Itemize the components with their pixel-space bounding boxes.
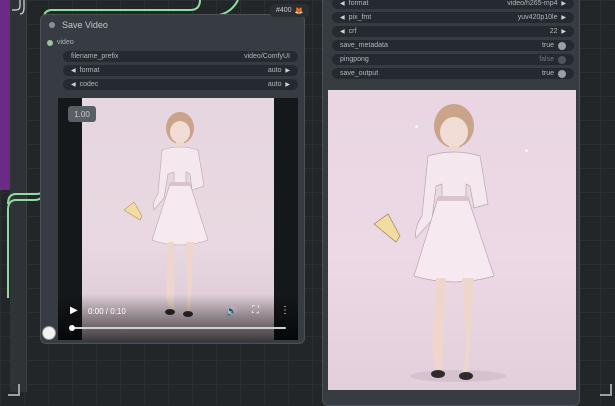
slot-dot-icon[interactable] — [47, 39, 53, 46]
arrow-right-icon[interactable]: ▶ — [561, 14, 566, 21]
widget-value: 22 — [549, 28, 558, 35]
arrow-left-icon[interactable]: ◀ — [71, 67, 76, 74]
sparkle-icon: ✦ — [414, 125, 420, 131]
node-id-label: #400 — [276, 7, 292, 14]
node-title: Save Video — [62, 20, 108, 30]
widget-value: false — [539, 56, 554, 63]
resize-handle-icon[interactable] — [600, 384, 612, 396]
widget-label: crf — [348, 28, 357, 35]
seek-thumb[interactable] — [69, 325, 75, 331]
play-icon[interactable]: ▶ — [70, 305, 78, 316]
output-preview-image: ✦ ✦ — [328, 90, 576, 390]
arrow-right-icon[interactable]: ▶ — [561, 28, 566, 35]
resize-handle-icon[interactable] — [8, 384, 20, 396]
toggle-off-icon[interactable] — [558, 55, 566, 64]
link-wire — [12, 0, 21, 11]
node-id-badge: #400 🦊 — [270, 4, 310, 17]
arrow-left-icon[interactable]: ◀ — [71, 81, 76, 88]
toggle-on-icon[interactable] — [558, 41, 566, 50]
fox-mascot-icon — [42, 326, 56, 340]
anime-girl-figure-icon — [373, 104, 506, 382]
arrow-right-icon[interactable]: ▶ — [285, 67, 290, 74]
widget-save-metadata[interactable]: save_metadata true — [332, 40, 574, 51]
widget-codec[interactable]: ◀ codec auto ▶ — [63, 79, 298, 90]
widget-pix-fmt[interactable]: ◀ pix_fmt yuv420p10le ▶ — [332, 12, 574, 23]
widget-value: auto — [267, 81, 282, 88]
widget-format-right[interactable]: ◀ format video/h265-mp4 ▶ — [332, 0, 574, 9]
widget-save-output[interactable]: save_output true — [332, 68, 574, 79]
widget-value: yuv420p10le — [517, 14, 558, 21]
widget-filename-prefix[interactable]: filename_prefix video/ComfyUI — [63, 51, 298, 62]
widget-value: true — [541, 42, 554, 49]
widget-label: format — [79, 67, 100, 74]
widget-label: save_output — [340, 70, 379, 77]
fox-icon: 🦊 — [294, 7, 304, 15]
arrow-right-icon[interactable]: ▶ — [285, 81, 290, 88]
collapse-dot-icon[interactable] — [49, 22, 55, 28]
input-slot-video[interactable]: video — [47, 39, 74, 46]
widget-label: pix_fmt — [348, 14, 372, 21]
arrow-left-icon[interactable]: ◀ — [340, 28, 345, 35]
video-controls-bar: ▶ 0:00 / 0:10 🔊 ⛶ ⋮ — [58, 294, 298, 340]
widget-label: format — [348, 0, 369, 7]
playback-speed-badge[interactable]: 1.00 — [68, 106, 96, 122]
widget-label: save_metadata — [340, 42, 388, 49]
toggle-on-icon[interactable] — [558, 69, 566, 78]
widget-value: video/ComfyUI — [244, 53, 290, 60]
arrow-right-icon[interactable]: ▶ — [561, 0, 566, 7]
arrow-left-icon[interactable]: ◀ — [340, 0, 345, 7]
widget-label: codec — [79, 81, 99, 88]
widget-label: filename_prefix — [71, 53, 119, 60]
widget-pingpong[interactable]: pingpong false — [332, 54, 574, 65]
seek-bar[interactable] — [69, 325, 286, 331]
widget-value: true — [541, 70, 554, 77]
slot-label: video — [57, 39, 74, 46]
widget-format[interactable]: ◀ format auto ▶ — [63, 65, 298, 76]
arrow-left-icon[interactable]: ◀ — [340, 14, 345, 21]
widget-value: auto — [267, 67, 282, 74]
widget-label: pingpong — [340, 56, 369, 63]
sparkle-icon: ✦ — [524, 149, 530, 155]
more-options-icon[interactable]: ⋮ — [280, 305, 290, 316]
volume-icon[interactable]: 🔊 — [226, 306, 237, 317]
video-player[interactable]: 1.00 ▶ 0:00 / 0:10 🔊 ⛶ ⋮ — [58, 98, 298, 340]
video-time: 0:00 / 0:10 — [88, 307, 126, 316]
fullscreen-icon[interactable]: ⛶ — [252, 305, 259, 316]
node-title-bar[interactable]: Save Video — [49, 20, 108, 30]
widget-value: video/h265-mp4 — [507, 0, 558, 7]
widget-crf[interactable]: ◀ crf 22 ▶ — [332, 26, 574, 37]
